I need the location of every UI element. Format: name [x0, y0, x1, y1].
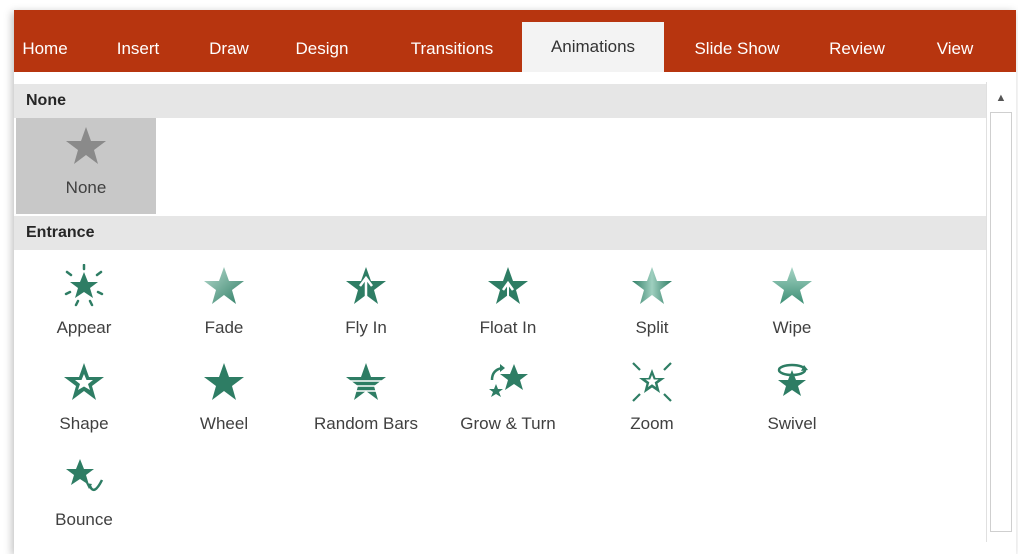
animation-grow-turn[interactable]: Grow & Turn	[438, 354, 578, 450]
animation-label: Fade	[204, 318, 244, 337]
section-header-entrance: Entrance	[14, 216, 986, 250]
wheel-icon	[204, 363, 244, 400]
swivel-icon	[777, 363, 808, 396]
animation-zoom[interactable]: Zoom	[582, 354, 722, 450]
animation-label: Float In	[479, 318, 537, 337]
animation-shape[interactable]: Shape	[14, 354, 154, 450]
animation-label: Wipe	[772, 318, 812, 337]
scrollbar-track[interactable]	[990, 112, 1012, 532]
animation-label: Appear	[56, 318, 112, 337]
animation-none[interactable]: None	[16, 118, 156, 214]
animation-label: Fly In	[345, 318, 387, 337]
section-header-none: None	[14, 84, 986, 118]
star-none-icon	[66, 127, 106, 164]
tab-draw[interactable]: Draw	[194, 32, 264, 72]
animation-label: Wheel	[199, 414, 249, 433]
zoom-icon	[632, 362, 672, 402]
animation-label: Swivel	[767, 414, 817, 433]
scroll-up-icon[interactable]: ▲	[987, 86, 1015, 110]
fly-in-icon	[346, 267, 386, 304]
wipe-icon	[772, 267, 812, 304]
animation-label: Random Bars	[314, 414, 418, 433]
tab-home[interactable]: Home	[14, 32, 76, 72]
animation-fade[interactable]: Fade	[154, 258, 294, 354]
animation-bounce[interactable]: Bounce	[14, 450, 154, 546]
animation-label: None	[65, 178, 107, 197]
animation-label: Grow & Turn	[460, 414, 556, 433]
tab-animations[interactable]: Animations	[522, 22, 664, 72]
ribbon-tab-bar: Home Insert Draw Design Transitions Anim…	[14, 10, 1016, 72]
animation-label: Shape	[59, 414, 109, 433]
grow-turn-icon	[489, 364, 528, 397]
animation-label: Zoom	[630, 414, 674, 433]
animation-fly-in[interactable]: Fly In	[296, 258, 436, 354]
animation-gallery: None None Entrance Appear Fade Fly In Fl…	[14, 72, 986, 554]
animation-float-in[interactable]: Float In	[438, 258, 578, 354]
tab-review[interactable]: Review	[814, 32, 900, 72]
float-in-icon	[488, 267, 528, 304]
tab-view[interactable]: View	[920, 32, 990, 72]
shape-icon	[64, 363, 104, 400]
animation-swivel[interactable]: Swivel	[722, 354, 862, 450]
animation-gallery-window: Home Insert Draw Design Transitions Anim…	[14, 10, 1016, 554]
tab-insert[interactable]: Insert	[98, 32, 178, 72]
animation-wipe[interactable]: Wipe	[722, 258, 862, 354]
bounce-icon	[66, 459, 104, 492]
animation-appear[interactable]: Appear	[14, 258, 154, 354]
random-bars-icon	[346, 363, 386, 400]
appear-icon	[64, 264, 104, 307]
tab-transitions[interactable]: Transitions	[392, 32, 512, 72]
animation-wheel[interactable]: Wheel	[154, 354, 294, 450]
animation-split[interactable]: Split	[582, 258, 722, 354]
animation-label: Split	[635, 318, 669, 337]
tab-slide-show[interactable]: Slide Show	[678, 32, 796, 72]
split-icon	[632, 267, 672, 304]
animation-random-bars[interactable]: Random Bars	[296, 354, 436, 450]
tab-design[interactable]: Design	[282, 32, 362, 72]
gallery-scrollbar[interactable]: ▲	[986, 82, 1015, 542]
animation-label: Bounce	[55, 510, 113, 529]
fade-icon	[204, 267, 244, 304]
